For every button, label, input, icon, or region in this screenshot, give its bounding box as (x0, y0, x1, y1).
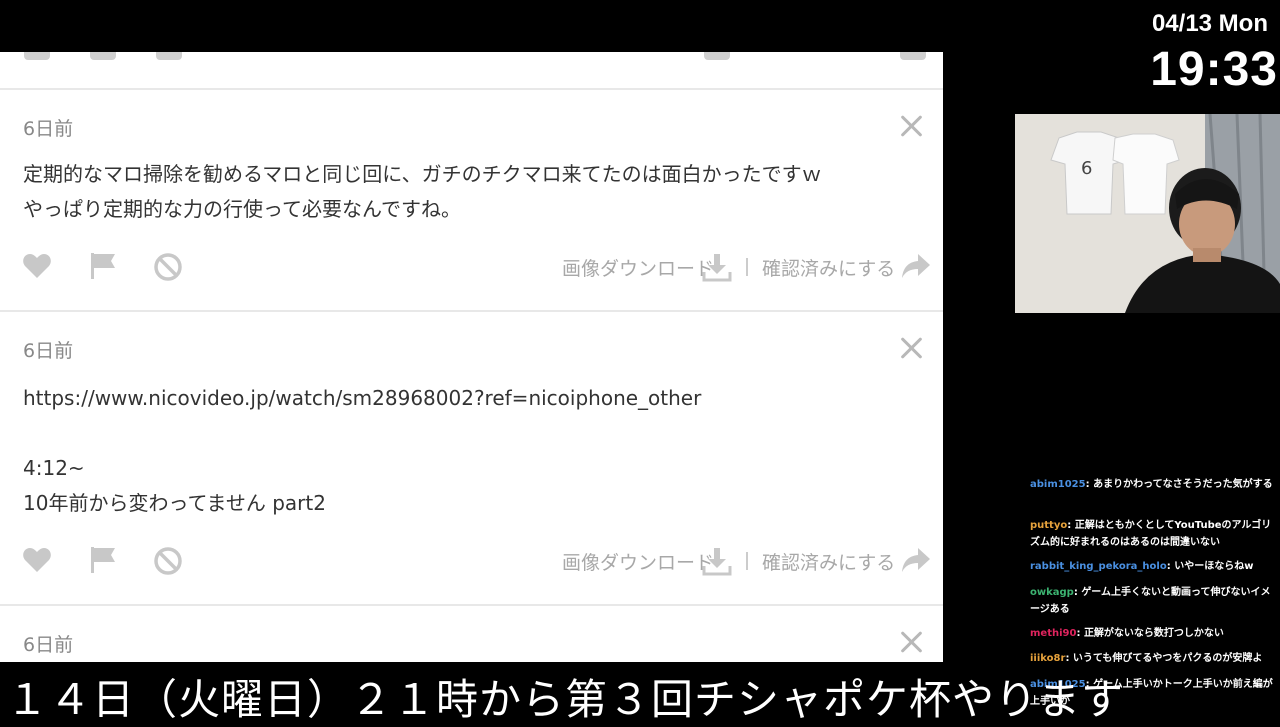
chat-username: puttyo (1030, 520, 1068, 531)
card-body: https://www.nicovideo.jp/watch/sm2896800… (23, 386, 702, 515)
card-actions: 画像ダウンロード 確認済みにする (0, 248, 943, 288)
chat-text: あまりかわってなさそうだった気がする (1093, 479, 1273, 490)
chat-message: rabbit_king_pekora_holo: いやーほならねw (1030, 561, 1254, 572)
divider (746, 552, 748, 570)
close-icon[interactable] (898, 334, 926, 362)
flag-icon[interactable] (89, 252, 117, 280)
card-time: 6日前 (23, 634, 74, 656)
download-image-link[interactable]: 画像ダウンロード (562, 254, 714, 281)
date-display: 04/13 Mon (1151, 10, 1268, 37)
heart-icon[interactable] (24, 52, 50, 60)
message-card: 6日前 定期的なマロ掃除を勧めるマロと同じ回に、ガチのチクマロ来てたのは面白かっ… (0, 88, 943, 310)
message-card: 6日前 (0, 604, 943, 662)
announcement-ticker: １４日（火曜日）２１時から第３回チシャポケ杯やります (0, 662, 1123, 724)
heart-icon[interactable] (22, 252, 52, 280)
block-icon[interactable] (156, 52, 182, 60)
flag-icon[interactable] (90, 52, 116, 60)
chat-message: abim1025: あまりかわってなさそうだった気がする (1030, 479, 1273, 490)
chat-username: rabbit_king_pekora_holo (1030, 561, 1167, 572)
chat-username: owkagp (1030, 587, 1074, 598)
forward-icon[interactable] (900, 52, 926, 60)
card-time: 6日前 (23, 118, 74, 140)
forward-icon[interactable] (900, 252, 932, 280)
block-icon[interactable] (153, 252, 183, 282)
flag-icon[interactable] (89, 546, 117, 574)
chat-message: iiiko8r: いうても伸びてるやつをパクるのが安牌よ (1030, 653, 1263, 664)
mark-confirmed-link[interactable]: 確認済みにする (762, 548, 895, 575)
svg-text:6: 6 (1081, 158, 1092, 179)
chat-message: puttyo: 正解はともかくとしてYouTubeのアルゴリズム的に好まれるのは… (1030, 520, 1272, 548)
block-icon[interactable] (153, 546, 183, 576)
chat-username: abim1025 (1030, 479, 1086, 490)
webcam-feed: 6 (1015, 114, 1280, 313)
card-time: 6日前 (23, 340, 74, 362)
clock-display: 19:33 (1150, 43, 1278, 96)
chat-text: いやーほならねw (1174, 561, 1254, 572)
chat-text: 正解はともかくとしてYouTubeのアルゴリズム的に好まれるのはあるのは間違いな… (1030, 520, 1272, 548)
ticker-text: １４日（火曜日）２１時から第３回チシャポケ杯やります (6, 675, 1125, 724)
card-actions: 画像ダウンロード 確認済みにする (0, 542, 943, 582)
download-icon[interactable] (702, 546, 732, 576)
divider (746, 258, 748, 276)
chat-message: methi90: 正解がないなら数打つしかない (1030, 628, 1224, 639)
chat-username: methi90 (1030, 628, 1077, 639)
message-card: 6日前 https://www.nicovideo.jp/watch/sm289… (0, 310, 943, 604)
download-icon[interactable] (702, 252, 732, 282)
download-image-link[interactable]: 画像ダウンロード (562, 548, 714, 575)
download-icon[interactable] (704, 52, 730, 60)
message-list-panel: 6日前 定期的なマロ掃除を勧めるマロと同じ回に、ガチのチクマロ来てたのは面白かっ… (0, 52, 943, 662)
forward-icon[interactable] (900, 546, 932, 574)
close-icon[interactable] (898, 628, 926, 656)
chat-text: 正解がないなら数打つしかない (1083, 628, 1224, 639)
chat-text: いうても伸びてるやつをパクるのが安牌よ (1072, 653, 1263, 664)
previous-card-actions (0, 52, 943, 88)
chat-message: owkagp: ゲーム上手くないと動画って伸びないイメージある (1030, 587, 1271, 615)
mark-confirmed-link[interactable]: 確認済みにする (762, 254, 895, 281)
chat-username: iiiko8r (1030, 653, 1066, 664)
heart-icon[interactable] (22, 546, 52, 574)
card-body: 定期的なマロ掃除を勧めるマロと同じ回に、ガチのチクマロ来てたのは面白かったですｗ… (23, 162, 822, 221)
close-icon[interactable] (898, 112, 926, 140)
